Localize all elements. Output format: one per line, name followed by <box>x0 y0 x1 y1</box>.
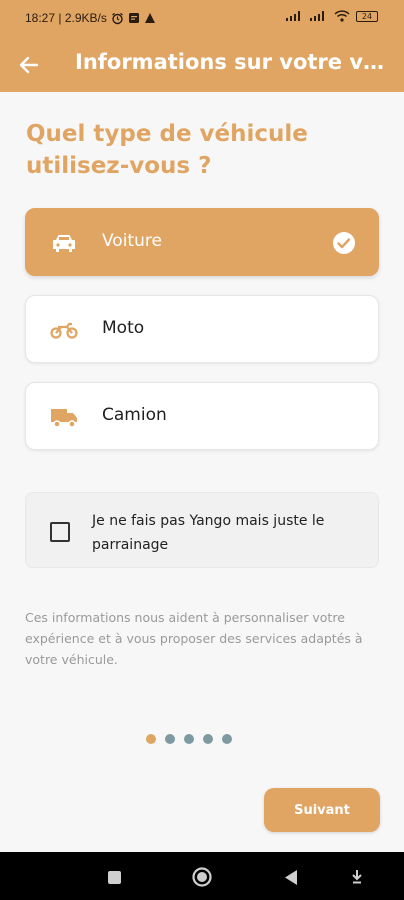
info-text: Ces informations nous aident à personnal… <box>25 610 363 667</box>
signal-icon-2 <box>310 11 324 21</box>
back-nav-button[interactable] <box>280 866 302 888</box>
chevron-down-icon <box>352 870 362 884</box>
option-label: Voiture <box>102 231 162 251</box>
alarm-icon <box>111 12 123 24</box>
check-circle-icon <box>333 232 355 254</box>
page-dot <box>165 734 175 744</box>
battery-level: 24 <box>361 11 373 21</box>
page-dot <box>222 734 232 744</box>
recent-apps-button[interactable] <box>103 866 125 888</box>
pagination-dots <box>146 734 232 744</box>
app-notification-icon <box>128 13 139 23</box>
motorcycle-icon <box>50 322 78 339</box>
back-button[interactable] <box>14 50 44 80</box>
keyboard-hide-button[interactable] <box>346 866 368 888</box>
option-label: Moto <box>102 318 145 338</box>
page-dot <box>203 734 213 744</box>
system-nav-bar <box>0 852 404 900</box>
page-dot <box>184 734 194 744</box>
car-icon <box>53 235 75 252</box>
status-left: 18:27 | 2.9KB/s <box>25 11 156 25</box>
arrow-left-icon <box>19 56 39 74</box>
wifi-icon <box>334 10 350 22</box>
triangle-back-icon <box>285 869 297 885</box>
referral-checkbox[interactable] <box>50 522 70 542</box>
vehicle-option-truck[interactable]: Camion <box>25 382 379 450</box>
home-button[interactable] <box>191 866 213 888</box>
question-heading: Quel type de véhicule utilisez-vous ? <box>26 121 308 179</box>
battery-icon: 24 <box>356 10 378 22</box>
signal-icon <box>286 11 300 21</box>
referral-label: Je ne fais pas Yango mais juste le parra… <box>92 513 325 553</box>
page-title: Informations sur votre véhicule <box>75 50 395 74</box>
status-right: 24 <box>286 10 378 22</box>
option-label: Camion <box>102 405 167 425</box>
referral-only-option[interactable]: Je ne fais pas Yango mais juste le parra… <box>25 492 379 568</box>
status-bar: 18:27 | 2.9KB/s 24 <box>0 0 404 36</box>
navigation-notification-icon <box>144 13 155 23</box>
truck-icon <box>51 409 77 428</box>
page-dot-active <box>146 734 156 744</box>
vehicle-option-car[interactable]: Voiture <box>25 208 379 276</box>
square-icon <box>107 870 121 884</box>
app-bar: Informations sur votre véhicule <box>0 36 404 92</box>
vehicle-option-moto[interactable]: Moto <box>25 295 379 363</box>
next-button[interactable]: Suivant <box>264 788 380 832</box>
home-circle-icon <box>192 867 212 887</box>
status-time-speed: 18:27 | 2.9KB/s <box>25 11 107 25</box>
